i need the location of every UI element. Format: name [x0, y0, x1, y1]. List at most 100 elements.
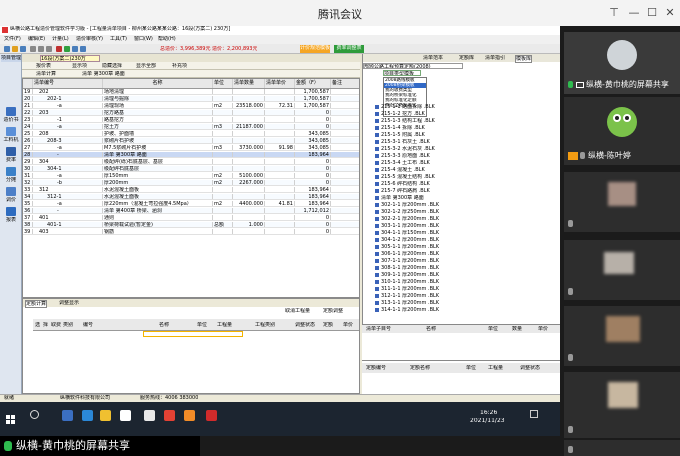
tab-quote-table[interactable]: 报价表 [36, 63, 51, 69]
table-row[interactable]: 37 401 通则 0 [23, 215, 359, 221]
tree-item[interactable]: 302-1-1 厚200mm .BLK [375, 202, 555, 208]
menu-tools[interactable]: 工具(T) [110, 36, 127, 42]
table-row[interactable]: 39 403 钢筋 0 [23, 229, 359, 235]
tab-hide-select[interactable]: 隐藏选择 [102, 63, 122, 69]
table-row[interactable]: 32 -b 厚200mm m2 2267.000 0 [23, 180, 359, 186]
close-icon[interactable]: ✕ [662, 5, 678, 21]
table-row[interactable]: 29 304 级配碎(砾)石底基层、基层 0 [23, 159, 359, 165]
quota-lib-select[interactable]: 部颁公路工程预算定额(2008) [363, 63, 463, 69]
tree-item[interactable]: 304-1-1 厚150mm .BLK [375, 230, 555, 236]
tree-item[interactable]: 215-4 混凝土 .BLK [375, 167, 555, 173]
task-view-icon[interactable] [62, 410, 73, 421]
wps-writer-icon[interactable] [164, 410, 175, 421]
tree-item[interactable]: 310-1-1 厚200mm .BLK [375, 279, 555, 285]
quota-adjust-button[interactable]: 定额调整 [323, 308, 343, 314]
paste-icon[interactable] [46, 46, 52, 52]
table-row[interactable]: 20 202-1 清理与掘除 1,700,587 [23, 96, 359, 102]
tab-template-lib[interactable]: 模板库 [515, 55, 533, 63]
participant-tile[interactable] [564, 240, 680, 300]
tree-item[interactable]: 308-1-1 厚200mm .BLK [375, 265, 555, 271]
tree-item[interactable]: 215-7 碎石路肩 .BLK [375, 188, 555, 194]
file-explorer-icon[interactable] [100, 410, 111, 421]
menu-help[interactable]: 帮助(H) [158, 36, 176, 42]
table-row[interactable]: 23 -1 路基挖方 0 [23, 117, 359, 123]
tree-item[interactable]: 305-1-1 厚200mm .BLK [375, 244, 555, 250]
windows-start-icon[interactable] [6, 410, 16, 424]
edge-browser-icon[interactable] [82, 410, 93, 421]
menu-measure[interactable]: 计量(L) [52, 36, 69, 42]
maximize-icon[interactable]: ☐ [644, 5, 660, 21]
participant-tile[interactable] [564, 172, 680, 232]
participant-tile[interactable] [564, 306, 680, 366]
tree-item[interactable]: 314-1-1 厚200mm .BLK [375, 307, 555, 313]
tree-item[interactable]: 311-1-1 厚200mm .BLK [375, 286, 555, 292]
tree-item[interactable]: 215-3-1 石灰土 .BLK [375, 139, 555, 145]
table-row[interactable]: 19 202 场地清理 1,700,587 [23, 89, 359, 95]
template-type-select[interactable]: 项目类型模板 [383, 70, 421, 76]
tree-item[interactable]: 215-1-3 结构工程 .BLK [375, 118, 555, 124]
cancel-quantity-button[interactable]: 取消工程量 [285, 308, 310, 314]
tree-item[interactable]: 215-1-4 拆除 .BLK [375, 125, 555, 131]
minimize-icon[interactable]: — [626, 5, 642, 21]
table-row[interactable]: 28- 清单 第300章 路面 183,964 [23, 152, 359, 158]
tree-item[interactable]: 215-3-2 水泥石灰 .BLK [375, 146, 555, 152]
tree-item[interactable]: 215-3-4 土工布 .BLK [375, 160, 555, 166]
rate-adjust-button[interactable]: 费率调整表 [334, 45, 364, 53]
tree-item[interactable]: 清单 第300章 路面 [375, 195, 555, 201]
project-manage-tab[interactable]: 项目管理 [1, 55, 21, 62]
tab-show-items[interactable]: 显示项 [72, 63, 87, 69]
tab-quota-calc[interactable]: 定额计算 [25, 300, 48, 308]
table-row[interactable]: 35 -a 厚220mm（混凝土弯拉强度4.5Mpa） m2 4400.000 41.81… [23, 201, 359, 207]
tab-bill-guide[interactable]: 清单指引 [485, 55, 505, 61]
nav-reports[interactable]: 报表 [2, 206, 20, 226]
pin-icon[interactable]: ⊤ [606, 5, 622, 21]
tree-item[interactable]: 303-1-1 厚200mm .BLK [375, 223, 555, 229]
tab-show-all[interactable]: 显示全部 [136, 63, 156, 69]
print-icon[interactable] [80, 46, 86, 52]
save-icon[interactable] [20, 46, 26, 52]
notification-icon[interactable] [530, 410, 538, 418]
menu-edit[interactable]: 编辑(E) [28, 36, 45, 42]
tab-adjust-display[interactable]: 调整显示 [59, 300, 79, 306]
tree-item[interactable]: 309-1-1 厚200mm .BLK [375, 272, 555, 278]
nav-cost-book[interactable]: 造价书 [2, 106, 20, 126]
new-icon[interactable] [4, 46, 10, 52]
nav-materials[interactable]: 工料机 [2, 126, 20, 146]
table-row[interactable]: 34 312-1 水泥混凝土面板 183,964 [23, 194, 359, 200]
cut-icon[interactable] [30, 46, 36, 52]
table-row[interactable]: 31 -a 厚150mm m2 5100.000 0 [23, 173, 359, 179]
tree-item[interactable]: 302-1-2 厚250mm .BLK [375, 209, 555, 215]
tree-item[interactable]: 215-5 混凝土结构 .BLK [375, 174, 555, 180]
table-row[interactable]: 21 -a 清理现场 m2 23518.000 72.31 1,700,587 [23, 103, 359, 109]
wps-office-icon[interactable] [206, 410, 217, 421]
tree-item[interactable]: 312-1-1 厚200mm .BLK [375, 293, 555, 299]
tree-item[interactable]: 215-3-3 原地面 .BLK [375, 153, 555, 159]
participant-tile[interactable]: 纵横-陈叶婷 [564, 97, 680, 165]
participant-tile[interactable] [564, 372, 680, 438]
menu-file[interactable]: 文件(F) [4, 36, 21, 42]
search-icon[interactable] [30, 410, 39, 419]
refresh-icon[interactable] [64, 46, 70, 52]
tab-bill-template[interactable]: 清单范本 [423, 55, 443, 61]
tab-quota-lib[interactable]: 定额库 [459, 55, 474, 61]
table-row[interactable]: 22 203 挖方路基 0 [23, 110, 359, 116]
calc-icon[interactable] [56, 46, 62, 52]
tree-item[interactable]: 304-1-2 厚200mm .BLK [375, 237, 555, 243]
tree-item[interactable]: 306-1-1 厚200mm .BLK [375, 251, 555, 257]
menu-audit[interactable]: 造价审核(Y) [76, 36, 103, 42]
quota-name-cell-selected[interactable] [143, 331, 243, 337]
table-row[interactable]: 24 -a 挖土方 m3 21187.000 0 [23, 124, 359, 130]
nav-allocation[interactable]: 分摊 [2, 166, 20, 186]
tree-item[interactable]: 313-1-1 厚200mm .BLK [375, 300, 555, 306]
tree-item[interactable]: 302-2-1 厚200mm .BLK [375, 216, 555, 222]
tree-item[interactable]: 215-6 碎石结构 .BLK [375, 181, 555, 187]
document-tab[interactable]: 16段(方案二)230万 [40, 55, 100, 62]
bill-calc-button[interactable]: 清单计算 [36, 71, 56, 77]
pricing-template-button[interactable]: 计价规范模板 [300, 45, 330, 53]
tree-item[interactable]: 215-1-5 附属 .BLK [375, 132, 555, 138]
table-row[interactable]: 27 -a M7.5浆砌片石护坡 m3 3730.000 91.98 343,085 [23, 145, 359, 151]
zongheng-app-icon[interactable] [144, 410, 155, 421]
nav-rates[interactable]: 费率 [2, 146, 20, 166]
open-icon[interactable] [12, 46, 18, 52]
table-row[interactable]: 26 208-3 浆砌片石护坡 343,085 [23, 138, 359, 144]
